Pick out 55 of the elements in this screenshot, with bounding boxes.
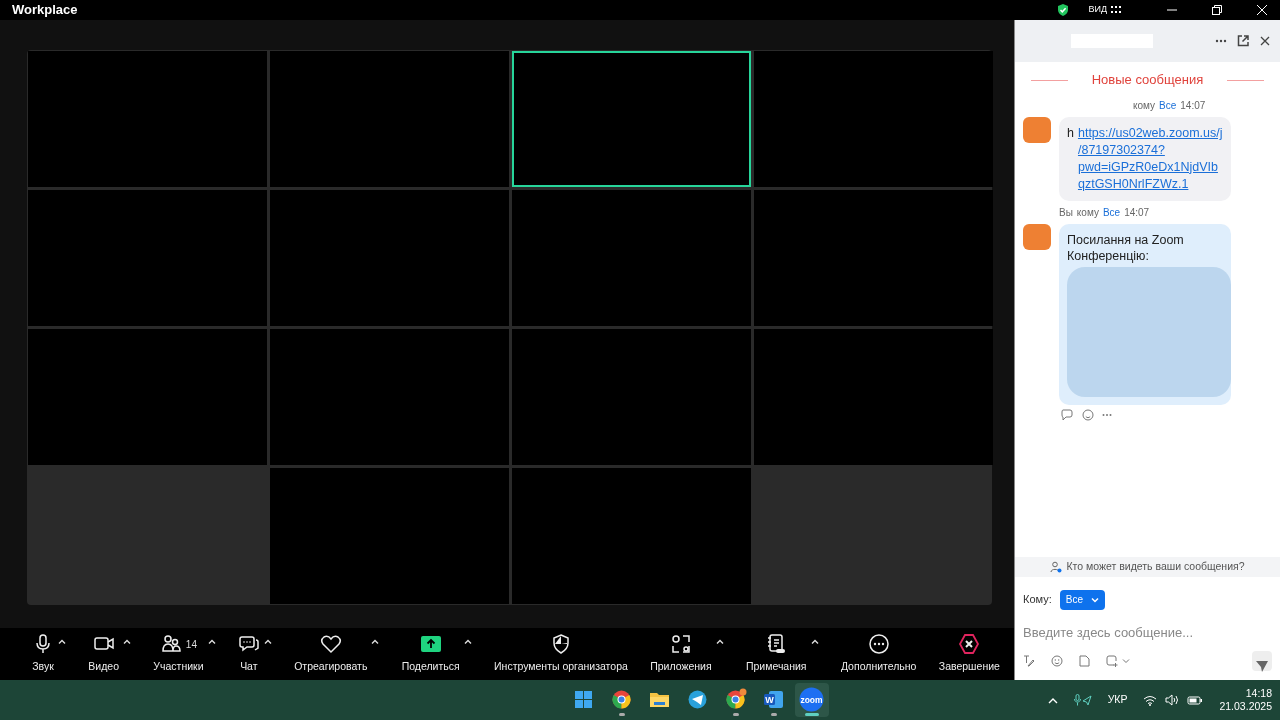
close-icon[interactable] — [1258, 34, 1272, 48]
emoji-icon[interactable] — [1082, 409, 1094, 422]
toolbar-button[interactable]: Приложения — [650, 633, 712, 675]
clock-time[interactable]: 14:18 — [1245, 686, 1272, 700]
emoji-icon[interactable] — [1051, 655, 1063, 667]
shield-check-icon — [1056, 3, 1071, 17]
recipient-label: Кому: — [1023, 592, 1052, 608]
pop-out-icon[interactable] — [1236, 34, 1250, 48]
send-button[interactable] — [1252, 651, 1272, 671]
person-icon — [1050, 560, 1063, 573]
microphone-icon[interactable] — [1073, 694, 1092, 706]
participant-count: 14 — [185, 637, 197, 652]
message-text: h — [1067, 125, 1074, 142]
file-icon[interactable] — [1079, 655, 1090, 667]
recipient-dropdown[interactable]: Все — [1059, 589, 1105, 610]
toolbar-button[interactable]: 14 Участники — [153, 633, 204, 675]
avatar — [1023, 117, 1051, 143]
message-text: Посилання на Zoom Конференцію: — [1067, 231, 1185, 266]
toolbar-button[interactable]: Звук — [32, 633, 54, 675]
reply-icon[interactable] — [1061, 409, 1074, 422]
toolbar-button[interactable]: Дополнительно — [840, 633, 917, 675]
browser-icon — [723, 686, 748, 712]
speaker-icon[interactable] — [1165, 694, 1180, 706]
grid-icon — [1111, 6, 1121, 14]
new-messages-divider: Новые сообщения — [1091, 71, 1204, 90]
wifi-icon[interactable] — [1143, 694, 1158, 706]
heart-icon — [319, 633, 342, 656]
toolbar-button[interactable]: Отреагировать — [294, 633, 368, 675]
toolbar-button[interactable]: Видео — [88, 633, 119, 675]
view-button[interactable]: ВИД — [1088, 3, 1121, 17]
restore-icon[interactable] — [1212, 5, 1222, 15]
message-link[interactable]: https://us02web.zoom.us/j/87197302374?pwd=iGPzR0eDx1NjdVIbqztGSH0NrlFZWz.1 — [1077, 125, 1223, 193]
toolbar-button[interactable]: Инструменты организатора — [494, 633, 628, 675]
close-icon[interactable] — [1257, 5, 1267, 15]
send-icon — [1255, 658, 1269, 673]
message-meta: Вы кому Все 14:07 — [1058, 205, 1151, 220]
notebook-icon — [765, 633, 788, 656]
format-text-icon[interactable] — [1023, 655, 1035, 667]
battery-icon[interactable] — [1187, 694, 1204, 706]
clock-date[interactable]: 21.03.2025 — [1219, 700, 1272, 714]
apps-icon — [669, 633, 692, 656]
toolbar-button[interactable]: Примечания — [745, 633, 807, 675]
avatar — [1023, 223, 1051, 250]
end-meeting-button[interactable]: Завершение — [938, 633, 1000, 675]
screenshot-icon[interactable] — [1106, 655, 1118, 667]
more-icon — [867, 633, 890, 656]
window-title: Workplace — [11, 1, 78, 19]
close-hexagon-icon — [958, 633, 981, 656]
language-indicator[interactable]: УКР — [1107, 692, 1128, 708]
share-button[interactable]: Поделиться — [401, 633, 460, 675]
message-meta: кому Все 14:07 — [1132, 99, 1207, 113]
caret-icon — [1091, 596, 1099, 603]
toolbar-button[interactable]: Чат — [237, 633, 260, 675]
chevron-up-icon[interactable] — [1047, 696, 1058, 704]
more-icon[interactable] — [1102, 413, 1112, 418]
